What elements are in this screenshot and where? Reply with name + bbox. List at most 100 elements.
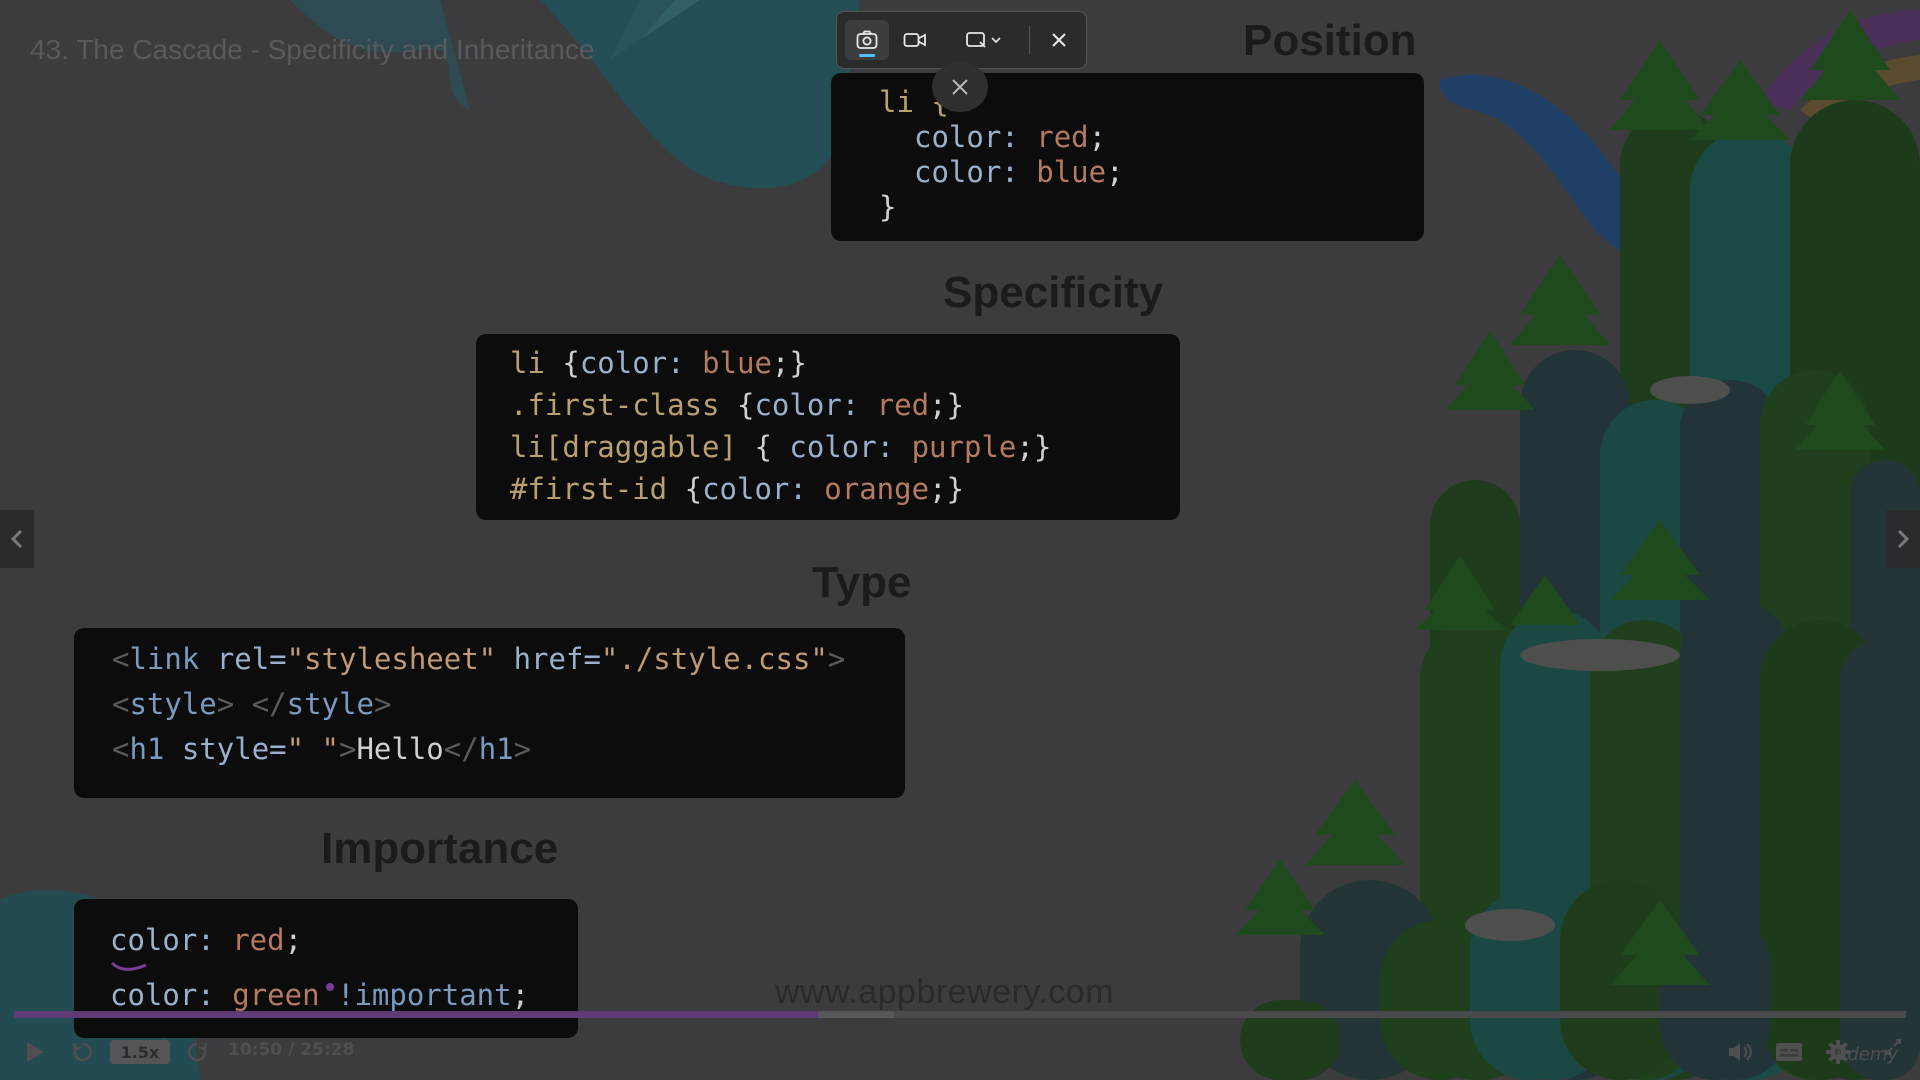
captions-button[interactable]	[1772, 1038, 1806, 1066]
close-snipping-button[interactable]	[1037, 20, 1081, 60]
code-value: green	[214, 978, 320, 1012]
code-punct: {	[736, 430, 790, 464]
code-line: <h1 style=" ">Hello</h1>	[112, 732, 531, 766]
code-block-type: <link rel="stylesheet" href="./style.css…	[74, 628, 905, 798]
fullscreen-button[interactable]	[1880, 1036, 1906, 1058]
code-line: #first-id {color: orange;}	[510, 472, 964, 506]
video-player: 43. The Cascade - Specificity and Inheri…	[0, 0, 1920, 1080]
pen-dot	[326, 983, 334, 991]
code-punct: <	[112, 687, 130, 721]
code-line: }	[879, 190, 896, 224]
code-important: !important	[319, 978, 512, 1012]
volume-button[interactable]	[1724, 1038, 1756, 1066]
code-punct: ;}	[929, 388, 964, 422]
code-string: "stylesheet"	[286, 642, 497, 676]
snipping-toolbar	[836, 11, 1087, 69]
code-attr: rel=	[199, 642, 287, 676]
section-title-type: Type	[812, 558, 912, 607]
code-selector: .first-class	[510, 388, 720, 422]
code-punct: ;	[1088, 120, 1107, 154]
progress-bar[interactable]	[14, 1011, 1906, 1018]
chevron-right-icon	[1897, 529, 1910, 549]
code-value: orange	[806, 472, 930, 506]
code-property: color:	[579, 346, 685, 380]
forward-button[interactable]	[182, 1038, 212, 1066]
code-tag: h1	[478, 732, 514, 766]
playback-speed-button[interactable]: 1.5x	[110, 1040, 170, 1064]
code-value: red	[859, 388, 930, 422]
chevron-left-icon	[10, 529, 23, 549]
code-punct: ;}	[929, 472, 964, 506]
forward-icon	[187, 1042, 208, 1062]
code-punct: ;	[511, 978, 530, 1012]
time-display: 10:50 / 25:28	[228, 1040, 355, 1060]
code-punct: > </	[216, 687, 287, 721]
code-value: blue	[684, 346, 772, 380]
section-title-position: Position	[1243, 16, 1417, 65]
code-property: color:	[110, 923, 215, 957]
code-punct: <	[112, 732, 130, 766]
code-attr: href=	[496, 642, 601, 676]
code-punct: >	[513, 732, 532, 766]
code-property: color:	[110, 978, 215, 1012]
code-property: color:	[914, 155, 1019, 189]
code-line: .first-class {color: red;}	[510, 388, 964, 422]
code-value: red	[214, 923, 285, 957]
code-line: li[draggable] { color: purple;}	[510, 430, 1051, 464]
watermark-url: www.appbrewery.com	[775, 973, 1115, 1011]
code-line: <link rel="stylesheet" href="./style.css…	[112, 642, 845, 676]
code-selector: #first-id	[510, 472, 668, 506]
code-punct: {	[719, 388, 755, 422]
play-icon	[27, 1042, 44, 1062]
section-title-importance: Importance	[321, 824, 559, 873]
code-punct: >	[373, 687, 392, 721]
code-value: purple	[894, 430, 1017, 464]
code-line: li {color: blue;}	[510, 346, 807, 380]
code-block-position: li { color: red; color: blue; }	[831, 73, 1424, 241]
code-line: color: blue;	[914, 155, 1124, 189]
snip-shape-dropdown[interactable]	[953, 20, 1017, 60]
code-tag: style	[129, 687, 217, 721]
buffer-bar	[818, 1011, 894, 1018]
code-punct: >	[339, 732, 357, 766]
code-tag: link	[129, 642, 200, 676]
code-tag: style	[286, 687, 374, 721]
expand-icon	[1885, 1039, 1901, 1055]
code-tag: h1	[129, 732, 165, 766]
code-punct: ;	[284, 923, 303, 957]
code-string: " "	[286, 732, 339, 766]
code-punct: >	[827, 642, 846, 676]
code-property: color:	[754, 388, 860, 422]
camera-icon	[856, 30, 878, 49]
code-punct: ;}	[1016, 430, 1052, 464]
code-value: blue	[1036, 155, 1107, 189]
code-line: color: red;	[110, 923, 302, 957]
code-line: color: green !important;	[110, 978, 529, 1012]
code-block-specificity: li {color: blue;} .first-class {color: r…	[476, 334, 1180, 520]
code-punct: <	[112, 642, 130, 676]
screenshot-mode-button[interactable]	[845, 20, 889, 60]
code-punct: {	[667, 472, 703, 506]
code-punct: ;	[1106, 155, 1124, 189]
code-property: color:	[914, 120, 1019, 154]
play-button[interactable]	[20, 1038, 50, 1066]
section-title-specificity: Specificity	[943, 268, 1164, 317]
rectangle-select-icon	[966, 32, 1001, 48]
code-line: color: red;	[914, 120, 1106, 154]
code-value: red	[1036, 120, 1089, 154]
code-selector: li	[510, 346, 545, 380]
code-text: Hello	[356, 732, 444, 766]
close-icon	[1052, 33, 1066, 47]
rewind-icon	[72, 1042, 93, 1062]
code-selector: li[draggable]	[510, 430, 737, 464]
code-punct: ;}	[771, 346, 807, 380]
overlay-close-button[interactable]	[932, 62, 988, 112]
code-punct: }	[879, 190, 897, 224]
lesson-title: 43. The Cascade - Specificity and Inheri…	[30, 34, 595, 65]
previous-lecture-button[interactable]	[0, 510, 34, 568]
close-icon	[952, 79, 968, 95]
next-lecture-button[interactable]	[1886, 510, 1920, 568]
code-line: <style> </style>	[112, 687, 391, 721]
rewind-button[interactable]	[68, 1038, 98, 1066]
video-mode-button[interactable]	[893, 20, 937, 60]
